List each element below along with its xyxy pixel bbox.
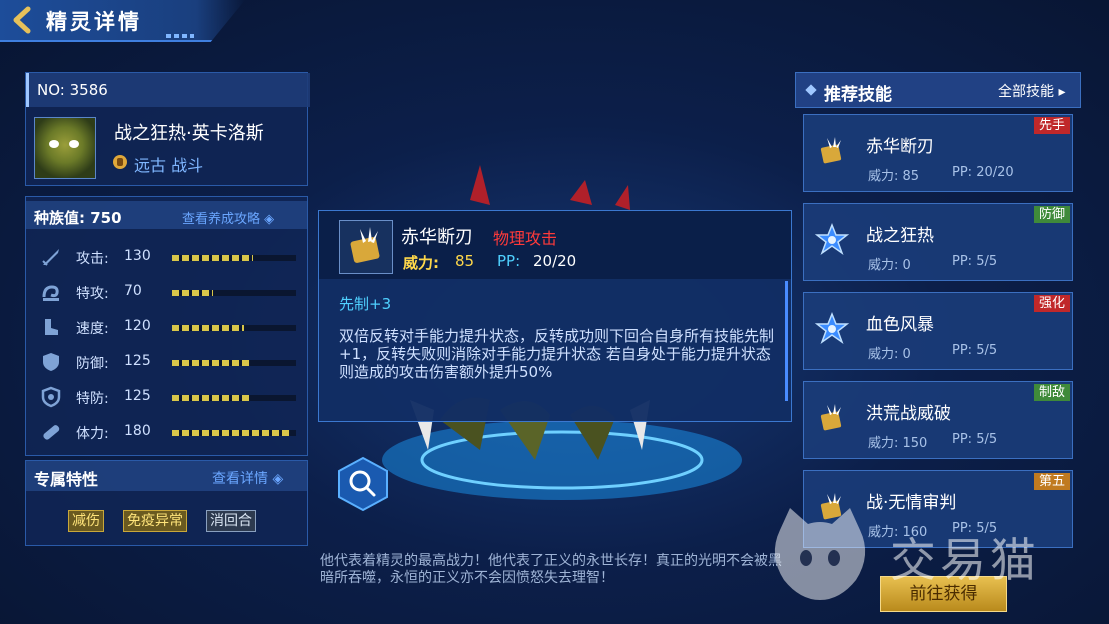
stat-bar	[172, 290, 213, 296]
power-value: 85	[455, 252, 475, 270]
power-label: 威力:	[403, 254, 439, 272]
diamond-icon	[805, 84, 817, 96]
bandage-icon	[43, 425, 60, 440]
spirit-name: 战之狂热·英卡洛斯	[114, 123, 264, 144]
spirit-avatar[interactable]	[34, 117, 96, 179]
skill-card-pp: PP: 20/20	[952, 165, 1014, 180]
shield-icon	[43, 353, 59, 371]
traits-title: 专属特性	[34, 470, 99, 489]
watermark-text: 交易猫	[890, 533, 1040, 587]
pp-label: PP:	[497, 252, 521, 270]
skill-category: 物理攻击	[493, 229, 558, 248]
skill-detail-popup: 赤华断刃 物理攻击 威力: 85 PP: 20/20 先制+3 双倍反转对手能力…	[318, 210, 792, 422]
skill-card-name: 洪荒战威破	[866, 404, 951, 424]
trait-badge[interactable]: 减伤	[68, 510, 104, 532]
page-title: 精灵详情	[46, 10, 142, 34]
boot-icon	[45, 319, 58, 335]
stat-row-special-defense: 特防: 125	[26, 382, 307, 412]
stat-row-defense: 防御: 125	[26, 347, 307, 377]
spirit-type: 远古 战斗	[134, 156, 204, 175]
all-skills-link[interactable]: 全部技能 ▸	[998, 81, 1065, 101]
spirit-quote: 他代表着精灵的最高战力！他代表了正义的永世长存！真正的光明不会被黑暗所吞噬，永恒…	[320, 553, 782, 586]
magnifier-button[interactable]	[337, 456, 389, 512]
cat-logo-watermark	[774, 508, 866, 600]
skill-card[interactable]: 血色风暴威力: 0 PP: 5/5 强化	[803, 292, 1073, 370]
trait-badge[interactable]: 消回合	[206, 510, 256, 532]
gold-blade-icon	[339, 220, 393, 274]
blue-star-icon	[814, 311, 850, 344]
skills-title: 推荐技能	[824, 85, 892, 105]
stat-bar	[172, 360, 249, 366]
stat-bar	[172, 255, 253, 261]
skill-card-power: 威力: 85	[868, 169, 920, 184]
skill-card-pp: PP: 5/5	[952, 254, 998, 269]
stat-bar	[172, 395, 249, 401]
trait-details-link[interactable]: 查看详情 ◈	[212, 468, 283, 488]
skill-priority: 先制+3	[339, 295, 392, 313]
trait-badge[interactable]: 免疫异常	[123, 510, 187, 532]
skill-card[interactable]: 洪荒战威破威力: 150 PP: 5/5 制敌	[803, 381, 1073, 459]
skill-card-tag: 先手	[1033, 117, 1070, 134]
skill-card-power: 威力: 150	[868, 436, 928, 451]
back-arrow-icon[interactable]	[10, 6, 34, 34]
skill-card-name: 战之狂热	[866, 226, 934, 246]
stat-row-attack: 攻击: 130	[26, 242, 307, 272]
stat-bar	[172, 325, 244, 331]
skill-card-tag: 强化	[1033, 295, 1070, 312]
skill-card-name: 赤华断刃	[866, 137, 934, 157]
stats-panel: 种族值: 750 查看养成攻略 ◈ 攻击: 130 特攻: 70 速度: 120 防御…	[25, 196, 308, 456]
stat-bar	[172, 430, 290, 436]
skill-card-name: 血色风暴	[866, 315, 934, 335]
pp-value: 20/20	[533, 252, 577, 270]
swirl-icon	[42, 285, 59, 301]
gold-blade-icon	[820, 137, 842, 164]
fighting-attribute-icon	[113, 155, 127, 169]
skill-description: 双倍反转对手能力提升状态，反转成功则下回合自身所有技能先制+1，反转失败则消除对…	[339, 327, 775, 381]
exclusive-traits-panel: 专属特性 查看详情 ◈ 减伤 免疫异常 消回合	[25, 460, 308, 546]
stat-row-speed: 速度: 120	[26, 312, 307, 342]
skills-header: 推荐技能 全部技能 ▸	[795, 72, 1081, 108]
stat-row-hp: 体力: 180	[26, 417, 307, 447]
popup-scrollbar[interactable]	[785, 281, 788, 401]
spirit-number: NO: 3586	[37, 81, 108, 99]
skill-card-tag: 防御	[1033, 206, 1070, 223]
sword-icon	[42, 249, 59, 266]
race-value: 种族值: 750	[34, 209, 122, 227]
skill-card-power: 威力: 0	[868, 258, 911, 273]
gold-blade-icon	[820, 404, 842, 431]
stat-row-special-attack: 特攻: 70	[26, 277, 307, 307]
number-bar: NO: 3586	[26, 73, 310, 107]
header-decoration	[166, 34, 194, 38]
skill-card-pp: PP: 5/5	[952, 432, 998, 447]
skill-card[interactable]: 赤华断刃威力: 85 PP: 20/20 先手	[803, 114, 1073, 192]
blue-star-icon	[814, 222, 850, 255]
skill-card[interactable]: 战之狂热威力: 0 PP: 5/5 防御	[803, 203, 1073, 281]
skill-card-power: 威力: 0	[868, 347, 911, 362]
training-guide-link[interactable]: 查看养成攻略 ◈	[182, 208, 274, 227]
skill-card-tag: 制敌	[1033, 384, 1070, 401]
skill-card-pp: PP: 5/5	[952, 343, 998, 358]
race-value-header: 种族值: 750 查看养成攻略 ◈	[26, 201, 307, 229]
skill-name: 赤华断刃	[401, 227, 473, 248]
spirit-info-panel: NO: 3586 战之狂热·英卡洛斯 远古 战斗	[25, 72, 310, 186]
magic-shield-icon	[41, 386, 61, 408]
skill-card-tag: 第五	[1033, 473, 1070, 490]
